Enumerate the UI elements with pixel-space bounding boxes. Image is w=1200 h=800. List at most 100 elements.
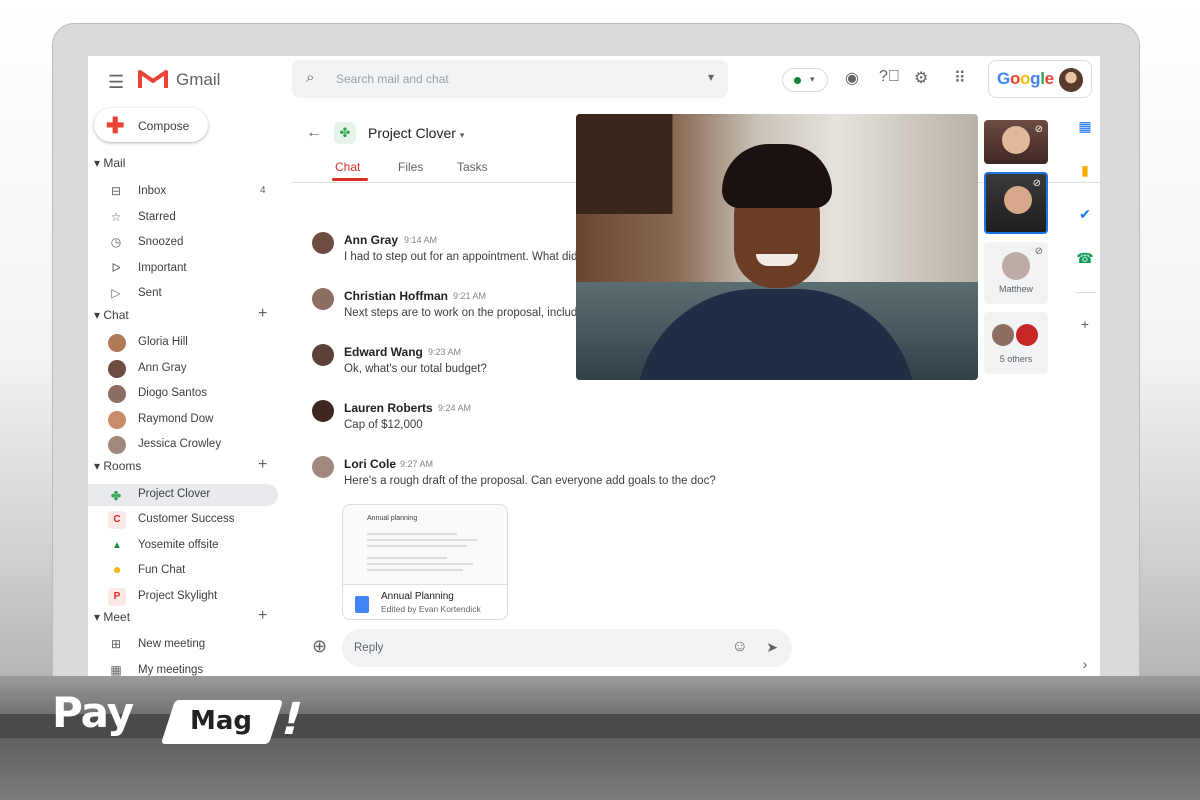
contacts-icon[interactable]: ☎ <box>1074 250 1096 267</box>
meet-section-header[interactable]: ▾ Meet + <box>94 607 267 624</box>
emoji-icon[interactable]: ☺ <box>732 638 748 656</box>
nav-item-important[interactable]: ᐅ Important <box>108 258 268 280</box>
avatar <box>108 360 126 378</box>
room-item-fun-chat[interactable]: ☻ Fun Chat <box>108 560 268 582</box>
doc-attachment[interactable]: Annual planning Annual Planning Edited b… <box>342 504 508 620</box>
search-bar[interactable]: ⌕ Search mail and chat ▾ <box>292 60 728 98</box>
message-text: Ok, what's our total budget? <box>344 363 487 375</box>
status-selector[interactable]: ▾ <box>782 68 828 92</box>
chat-item[interactable]: Diogo Santos <box>108 383 268 405</box>
chat-item-label: Diogo Santos <box>138 387 208 399</box>
room-item-project-skylight[interactable]: P Project Skylight <box>108 586 268 608</box>
chat-item[interactable]: Ann Gray <box>108 358 268 380</box>
nav-item-inbox[interactable]: ⊟ Inbox 4 <box>108 181 268 203</box>
send-icon[interactable]: ➤ <box>766 639 778 656</box>
avatar <box>312 400 334 422</box>
participant-face <box>1002 126 1030 154</box>
nav-label: New meeting <box>138 638 206 650</box>
chevron-right-icon[interactable]: › <box>1074 656 1096 672</box>
nav-item-sent[interactable]: ▷ Sent <box>108 283 268 305</box>
room-item-label: Yosemite offsite <box>138 539 219 551</box>
chat-item[interactable]: Gloria Hill <box>108 332 268 354</box>
chat-section-header[interactable]: ▾ Chat + <box>94 305 267 322</box>
participant-face <box>1004 186 1032 214</box>
nav-label: Inbox <box>138 185 167 197</box>
message-author: Edward Wang <box>344 345 423 359</box>
others-count: 5 others <box>999 354 1033 364</box>
account-avatar[interactable] <box>1059 68 1083 92</box>
video-person-smile <box>756 254 798 266</box>
settings-gear-icon[interactable]: ⚙ <box>914 68 928 88</box>
add-addon-icon[interactable]: + <box>1074 316 1096 332</box>
rooms-section-header[interactable]: ▾ Rooms + <box>94 456 267 473</box>
chat-item-label: Raymond Dow <box>138 413 214 425</box>
google-account[interactable]: Google <box>988 60 1092 98</box>
compose-label: Compose <box>138 119 190 133</box>
google-docs-icon <box>355 596 369 613</box>
compose-button[interactable]: ✚ Compose <box>94 108 208 142</box>
search-icon[interactable]: ⌕ <box>306 69 314 86</box>
avatar <box>108 334 126 352</box>
nav-label: Snoozed <box>138 236 184 248</box>
participant-name: Matthew <box>998 284 1033 294</box>
back-arrow-icon[interactable]: ← <box>306 124 322 142</box>
search-options-icon[interactable]: ▾ <box>708 70 714 84</box>
add-room-icon[interactable]: + <box>258 456 267 474</box>
chevron-down-icon: ▾ <box>810 74 815 84</box>
room-item-customer-success[interactable]: C Customer Success <box>108 509 268 531</box>
label-important-icon: ᐅ <box>111 261 121 275</box>
chat-item-label: Ann Gray <box>138 362 187 374</box>
paymag-logo-pay: Pay <box>52 688 134 737</box>
app-name: Gmail <box>176 70 221 89</box>
rail-divider <box>1076 292 1096 293</box>
keep-icon[interactable]: ▮ <box>1074 162 1096 179</box>
room-title[interactable]: Project Clover ▾ <box>368 125 464 141</box>
nav-item-new-meeting[interactable]: ⊞ New meeting <box>108 634 268 656</box>
tasks-check-icon[interactable]: ◉ <box>845 68 859 88</box>
calendar-icon: ▦ <box>110 663 122 676</box>
add-meet-icon[interactable]: + <box>258 607 267 625</box>
avatar <box>312 232 334 254</box>
tab-tasks[interactable]: Tasks <box>457 160 488 174</box>
add-attachment-icon[interactable]: ⊕ <box>312 636 327 657</box>
inbox-icon: ⊟ <box>110 184 122 198</box>
nav-item-snoozed[interactable]: ◷ Snoozed <box>108 232 268 254</box>
chat-item[interactable]: Jessica Crowley <box>108 434 268 456</box>
reply-input[interactable]: Reply ☺ ➤ <box>342 629 792 667</box>
main-menu-icon[interactable]: ☰ <box>108 72 124 93</box>
search-input[interactable]: Search mail and chat <box>336 72 449 86</box>
calendar-icon[interactable]: ▦ <box>1074 118 1096 135</box>
participant-tile-matthew[interactable]: ⊘ Matthew <box>984 242 1048 304</box>
gmail-window: ☰ Gmail ⌕ Search mail and chat ▾ ▾ ◉ ?⃝ … <box>88 56 1100 676</box>
room-item-label: Fun Chat <box>138 564 186 576</box>
room-item-project-clover[interactable]: ✤ Project Clover <box>88 484 278 506</box>
apps-grid-icon[interactable]: ⠿ <box>954 68 966 88</box>
video-call-main[interactable] <box>576 114 978 380</box>
participant-tile-active[interactable]: ⊘ <box>984 172 1048 234</box>
send-icon: ▷ <box>111 286 121 300</box>
room-badge: P <box>108 588 126 606</box>
nav-label: Important <box>138 262 187 274</box>
chevron-down-icon: ▾ <box>459 130 465 140</box>
nav-item-starred[interactable]: ☆ Starred <box>108 207 268 229</box>
mountain-room-icon: ▲ <box>112 540 122 551</box>
room-item-yosemite[interactable]: ▲ Yosemite offsite <box>108 535 268 557</box>
chat-item[interactable]: Raymond Dow <box>108 409 268 431</box>
mail-section-header[interactable]: ▾ Mail <box>94 156 125 170</box>
message-time: 9:23 AM <box>428 347 462 357</box>
active-tab-indicator <box>332 178 368 181</box>
chat-item-label: Gloria Hill <box>138 336 188 348</box>
nav-item-my-meetings[interactable]: ▦ My meetings <box>108 660 268 676</box>
doc-preview-title: Annual planning <box>367 515 418 522</box>
participant-tile-others[interactable]: 5 others <box>984 312 1048 374</box>
preview-line <box>367 545 467 547</box>
help-icon[interactable]: ?⃝ <box>879 68 900 86</box>
message-text: I had to step out for an appointment. Wh… <box>344 251 578 263</box>
tasks-icon[interactable]: ✔ <box>1074 206 1096 223</box>
participant-tile[interactable]: ⊘ <box>984 120 1048 164</box>
gmail-logo-icon <box>138 70 168 88</box>
add-chat-icon[interactable]: + <box>258 305 267 323</box>
tab-files[interactable]: Files <box>398 160 423 174</box>
tab-chat[interactable]: Chat <box>335 160 360 174</box>
room-item-label: Customer Success <box>138 513 235 525</box>
